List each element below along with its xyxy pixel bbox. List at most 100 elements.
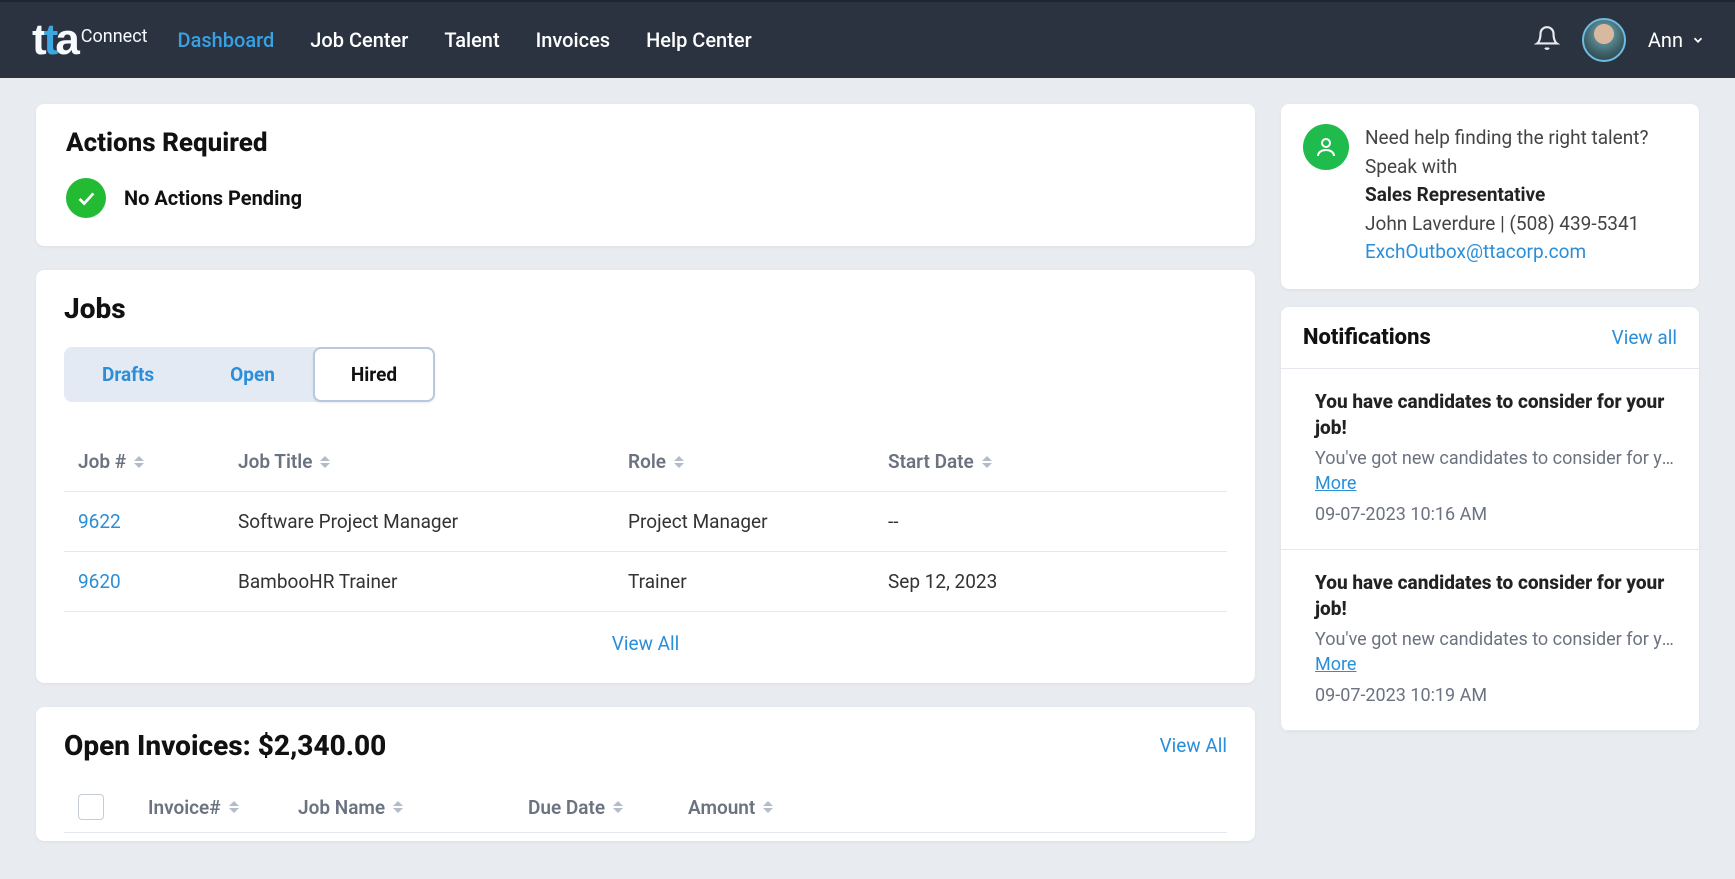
- table-row: 9620 BambooHR Trainer Trainer Sep 12, 20…: [64, 552, 1227, 612]
- tab-drafts[interactable]: Drafts: [64, 347, 192, 402]
- notification-more-link[interactable]: More: [1315, 654, 1356, 675]
- col-start-date[interactable]: Start Date: [888, 450, 1213, 473]
- nav-dashboard[interactable]: Dashboard: [178, 28, 275, 52]
- notification-time: 09-07-2023 10:16 AM: [1315, 504, 1677, 525]
- help-body: Need help finding the right talent? Spea…: [1365, 124, 1648, 267]
- invoices-table: Invoice# Job Name Due Date Amount: [64, 784, 1227, 833]
- invoices-header: Open Invoices: $2,340.00 View All: [64, 729, 1227, 762]
- sort-icon: [613, 801, 623, 813]
- table-row: 9622 Software Project Manager Project Ma…: [64, 492, 1227, 552]
- header-right: Ann: [1534, 18, 1705, 62]
- bell-icon[interactable]: [1534, 25, 1560, 55]
- actions-status-row: No Actions Pending: [66, 178, 1225, 218]
- jobs-card: Jobs Drafts Open Hired Job # Job Title: [36, 270, 1255, 683]
- jobs-view-all-link[interactable]: View All: [612, 632, 679, 655]
- notification-more-link[interactable]: More: [1315, 473, 1356, 494]
- col-job-title[interactable]: Job Title: [238, 450, 628, 473]
- actions-status-text: No Actions Pending: [124, 186, 302, 210]
- nav-talent[interactable]: Talent: [444, 28, 499, 52]
- col-amount-label: Amount: [688, 796, 755, 819]
- jobs-table: Job # Job Title Role Start Date: [64, 432, 1227, 612]
- main-column: Actions Required No Actions Pending Jobs…: [36, 104, 1255, 841]
- sort-icon: [393, 801, 403, 813]
- page-body: Actions Required No Actions Pending Jobs…: [0, 78, 1735, 867]
- brand-logo[interactable]: tta Connect: [32, 18, 148, 62]
- col-start-date-label: Start Date: [888, 450, 974, 473]
- help-email-link[interactable]: ExchOutbox@ttacorp.com: [1365, 240, 1586, 263]
- person-icon: [1303, 124, 1349, 170]
- job-title-cell: Software Project Manager: [238, 510, 628, 533]
- job-start-date-cell: Sep 12, 2023: [888, 570, 1213, 593]
- help-role: Sales Representative: [1365, 181, 1648, 210]
- help-line1: Need help finding the right talent?: [1365, 124, 1648, 153]
- logo-mark: tta: [32, 18, 77, 62]
- col-role-label: Role: [628, 450, 666, 473]
- select-all-checkbox[interactable]: [78, 794, 104, 820]
- user-menu[interactable]: Ann: [1648, 28, 1705, 52]
- notification-title: You have candidates to consider for your…: [1315, 570, 1677, 623]
- jobs-tabs: Drafts Open Hired: [64, 347, 435, 402]
- job-title-cell: BambooHR Trainer: [238, 570, 628, 593]
- invoices-view-all-link[interactable]: View All: [1160, 734, 1227, 757]
- logo-connect: Connect: [81, 26, 148, 47]
- nav-invoices[interactable]: Invoices: [536, 28, 610, 52]
- open-invoices-prefix: Open Invoices:: [64, 729, 258, 762]
- col-amount[interactable]: Amount: [688, 796, 1213, 819]
- sort-icon: [229, 801, 239, 813]
- help-card: Need help finding the right talent? Spea…: [1281, 104, 1699, 289]
- sort-icon: [134, 456, 144, 468]
- col-job-no[interactable]: Job #: [78, 450, 238, 473]
- job-number-link[interactable]: 9622: [78, 510, 238, 533]
- sort-icon: [320, 456, 330, 468]
- open-invoices-card: Open Invoices: $2,340.00 View All Invoic…: [36, 707, 1255, 841]
- jobs-header-row: Job # Job Title Role Start Date: [64, 432, 1227, 492]
- nav-help-center[interactable]: Help Center: [646, 28, 752, 52]
- help-name-phone: John Laverdure | (508) 439-5341: [1365, 210, 1648, 239]
- notifications-view-all-link[interactable]: View all: [1612, 326, 1677, 349]
- notification-title: You have candidates to consider for your…: [1315, 389, 1677, 442]
- open-invoices-amount: $2,340.00: [258, 729, 387, 762]
- col-job-no-label: Job #: [78, 450, 126, 473]
- sort-icon: [982, 456, 992, 468]
- col-due-date-label: Due Date: [528, 796, 605, 819]
- col-job-name[interactable]: Job Name: [298, 796, 528, 819]
- avatar[interactable]: [1582, 18, 1626, 62]
- jobs-heading: Jobs: [64, 292, 1227, 325]
- job-role-cell: Trainer: [628, 570, 888, 593]
- app-header: tta Connect Dashboard Job Center Talent …: [0, 0, 1735, 78]
- notification-time: 09-07-2023 10:19 AM: [1315, 685, 1677, 706]
- chevron-down-icon: [1691, 28, 1705, 52]
- notification-preview: You've got new candidates to consider fo…: [1315, 448, 1677, 469]
- job-start-date-cell: --: [888, 510, 1213, 533]
- col-due-date[interactable]: Due Date: [528, 796, 688, 819]
- tab-hired[interactable]: Hired: [313, 347, 435, 402]
- tab-open[interactable]: Open: [192, 347, 313, 402]
- notification-item: You have candidates to consider for your…: [1281, 369, 1699, 550]
- check-circle-icon: [66, 178, 106, 218]
- notification-preview: You've got new candidates to consider fo…: [1315, 629, 1677, 650]
- job-number-link[interactable]: 9620: [78, 570, 238, 593]
- col-invoice-no[interactable]: Invoice#: [148, 796, 298, 819]
- jobs-view-all: View All: [64, 632, 1227, 655]
- open-invoices-title: Open Invoices: $2,340.00: [64, 729, 386, 762]
- notifications-heading: Notifications: [1303, 325, 1431, 350]
- sort-icon: [763, 801, 773, 813]
- actions-required-card: Actions Required No Actions Pending: [36, 104, 1255, 246]
- help-line2: Speak with: [1365, 153, 1648, 182]
- col-role[interactable]: Role: [628, 450, 888, 473]
- notifications-header: Notifications View all: [1281, 307, 1699, 369]
- side-column: Need help finding the right talent? Spea…: [1281, 104, 1699, 731]
- notifications-card: Notifications View all You have candidat…: [1281, 307, 1699, 731]
- nav-job-center[interactable]: Job Center: [310, 28, 408, 52]
- actions-heading: Actions Required: [66, 128, 1225, 158]
- col-invoice-no-label: Invoice#: [148, 796, 221, 819]
- col-job-title-label: Job Title: [238, 450, 312, 473]
- job-role-cell: Project Manager: [628, 510, 888, 533]
- sort-icon: [674, 456, 684, 468]
- user-display-name: Ann: [1648, 28, 1683, 52]
- main-nav: Dashboard Job Center Talent Invoices Hel…: [178, 28, 752, 52]
- invoices-header-row: Invoice# Job Name Due Date Amount: [64, 784, 1227, 833]
- col-select-all: [78, 794, 148, 820]
- notification-item: You have candidates to consider for your…: [1281, 550, 1699, 731]
- col-job-name-label: Job Name: [298, 796, 385, 819]
